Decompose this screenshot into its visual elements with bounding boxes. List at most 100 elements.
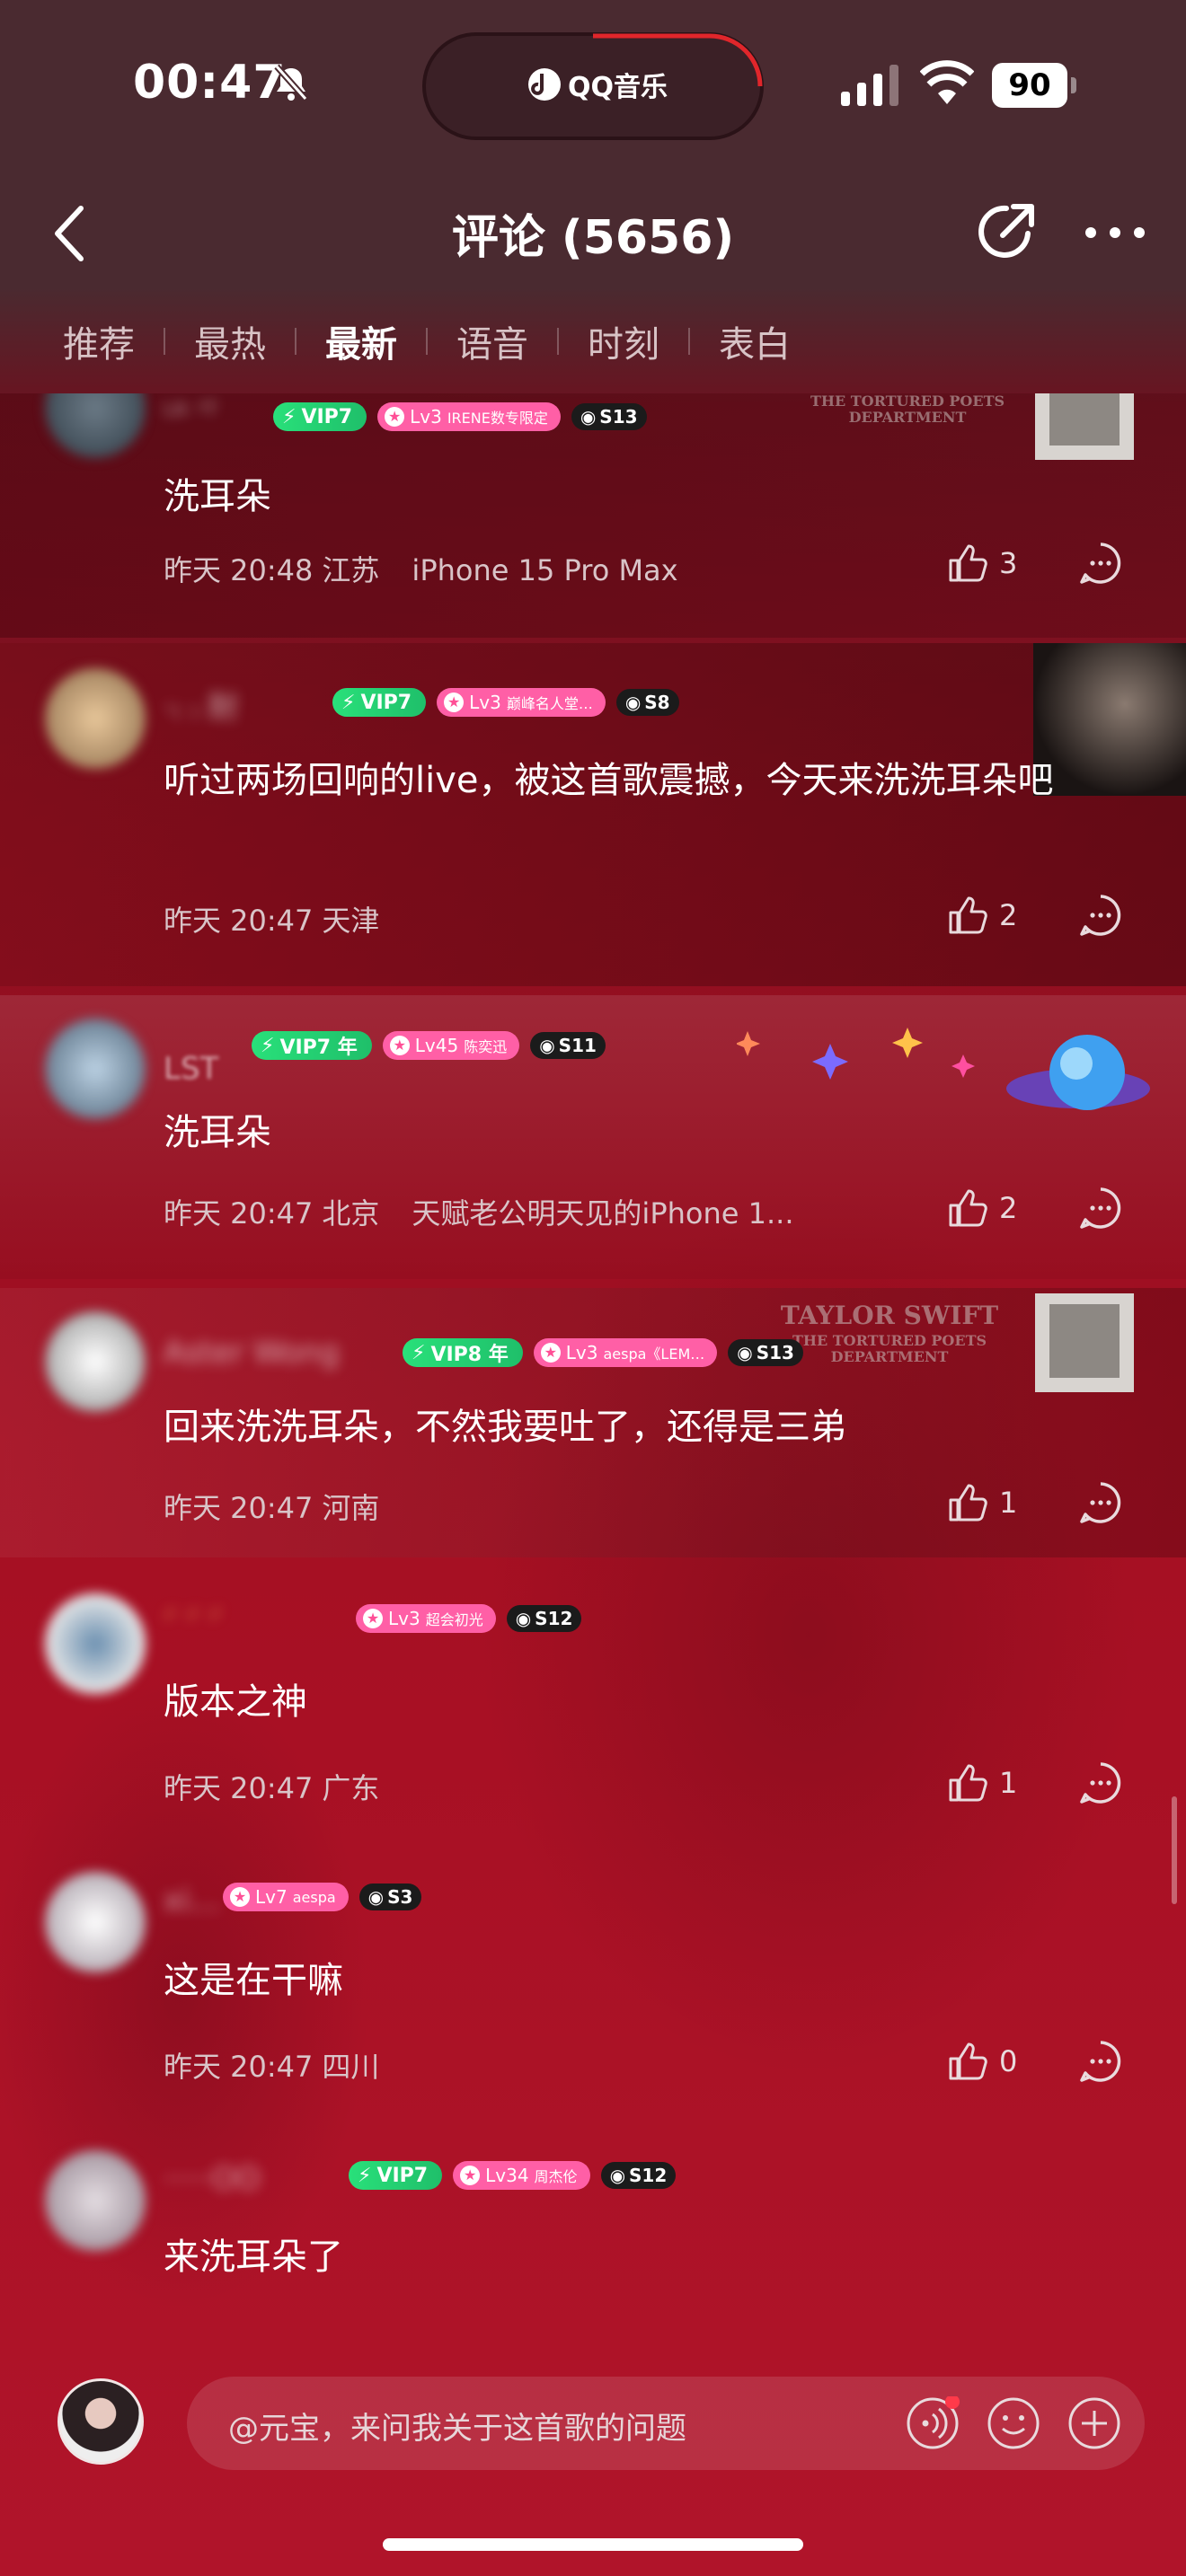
tab-recommend[interactable]: 推荐 bbox=[54, 315, 144, 367]
comment-device: 天赋老公明天见的iPhone 1... bbox=[412, 1196, 794, 1231]
reply-icon[interactable] bbox=[1078, 1480, 1123, 1525]
level-badge[interactable]: ★ Lv3 巅峰名人堂… bbox=[437, 688, 606, 717]
status-time: 00:47 bbox=[133, 56, 287, 110]
album-title-text: THE TORTURED POETS DEPARTMENT bbox=[792, 1332, 987, 1365]
vip-badge[interactable]: ⚡ VIP8 年 bbox=[403, 1338, 523, 1367]
like-button[interactable]: 3 bbox=[945, 541, 1017, 586]
level-badge[interactable]: ★ Lv3 aespa《LEM… bbox=[533, 1338, 718, 1367]
scrollbar[interactable] bbox=[1172, 1796, 1177, 1904]
comment-meta: 昨天 20:47 北京 天赋老公明天见的iPhone 1... bbox=[164, 1191, 827, 1232]
like-count: 3 bbox=[999, 546, 1018, 580]
tab-moments[interactable]: 时刻 bbox=[579, 315, 668, 367]
comment-meta: 昨天 20:47 河南 bbox=[164, 1486, 412, 1527]
wifi-icon bbox=[920, 60, 974, 104]
emoji-icon[interactable] bbox=[987, 2396, 1040, 2450]
share-icon[interactable] bbox=[972, 198, 1040, 266]
level-badge[interactable]: ★ Lv3 IRENE数专限定 bbox=[377, 402, 561, 431]
username[interactable]: ·····OO bbox=[164, 2161, 261, 2197]
season-badge: ◉ S8 bbox=[615, 689, 679, 716]
comment-text: 听过两场回响的live，被这首歌震撼，今天来洗洗耳朵吧 bbox=[164, 760, 1054, 801]
vip-badge[interactable]: ⚡ VIP7 bbox=[332, 688, 427, 717]
comment-meta: 昨天 20:47 四川 bbox=[164, 2044, 412, 2086]
battery-level: 90 bbox=[992, 63, 1067, 108]
comment-location: 广东 bbox=[322, 1771, 380, 1805]
comment-composer: @元宝，来问我关于这首歌的问题 bbox=[0, 2335, 1186, 2576]
tab-hottest[interactable]: 最热 bbox=[185, 315, 275, 367]
badge-row: ⚡ VIP7 ★ Lv34 周杰伦 ◉ S12 bbox=[349, 2161, 677, 2190]
comment-location: 河南 bbox=[322, 1491, 380, 1525]
like-button[interactable]: 2 bbox=[945, 893, 1017, 938]
avatar[interactable] bbox=[45, 668, 146, 769]
island-app-name: QQ音乐 bbox=[568, 72, 668, 103]
tab-divider bbox=[164, 328, 165, 355]
username[interactable]: xi… bbox=[164, 1883, 221, 1919]
comment-time: 昨天 20:47 bbox=[164, 1771, 314, 1805]
bell-slash-icon bbox=[274, 64, 308, 101]
like-count: 2 bbox=[999, 898, 1018, 932]
comment-location: 天津 bbox=[322, 904, 380, 938]
level-badge[interactable]: ★ Lv34 周杰伦 bbox=[453, 2161, 590, 2190]
comment-text: 这是在干嘛 bbox=[164, 1960, 343, 2001]
level-badge[interactable]: ★ Lv3 超会初光 bbox=[356, 1604, 496, 1633]
comment-time: 昨天 20:47 bbox=[164, 904, 314, 938]
reply-icon[interactable] bbox=[1078, 541, 1123, 586]
home-indicator[interactable] bbox=[383, 2538, 803, 2551]
avatar[interactable] bbox=[45, 1593, 146, 1694]
username[interactable]: Aster Wong bbox=[164, 1335, 340, 1371]
username[interactable]: ᴸᴬ 'ᵀ bbox=[164, 397, 217, 433]
reply-icon[interactable] bbox=[1078, 893, 1123, 938]
album-cover bbox=[1035, 1293, 1134, 1392]
season-badge: ◉ S12 bbox=[600, 2162, 677, 2189]
comment-item: LST ⚡ VIP7 年 ★ Lv45 陈奕迅 ◉ S11 洗耳朵 昨天 20:47 北京… bbox=[0, 995, 1186, 1279]
signal-icon bbox=[841, 65, 898, 106]
comment-meta: 昨天 20:48 江苏 iPhone 15 Pro Max bbox=[164, 548, 711, 589]
badge-row: ⚡ VIP7 ★ Lv3 IRENE数专限定 ◉ S13 bbox=[273, 402, 647, 431]
like-count: 1 bbox=[999, 1486, 1018, 1520]
avatar[interactable] bbox=[45, 1311, 146, 1412]
avatar[interactable] bbox=[58, 2378, 144, 2465]
avatar[interactable] bbox=[45, 1872, 146, 1972]
comment-list[interactable]: ᴸᴬ 'ᵀ THE TORTURED POETS DEPARTMENT ⚡ VIP… bbox=[0, 393, 1186, 2335]
avatar[interactable] bbox=[45, 1019, 146, 1119]
username[interactable]: ·₍ ₎ 耐 bbox=[164, 683, 238, 727]
reply-icon[interactable] bbox=[1078, 1186, 1123, 1231]
like-button[interactable]: 1 bbox=[945, 1760, 1017, 1805]
level-badge[interactable]: ★ Lv7 aespa bbox=[223, 1883, 349, 1911]
username[interactable]: ᐟ ᐟ ᐟ bbox=[164, 1602, 222, 1638]
more-icon[interactable] bbox=[1084, 219, 1146, 246]
comment-input[interactable]: @元宝，来问我关于这首歌的问题 bbox=[187, 2377, 1145, 2470]
comment-input-placeholder: @元宝，来问我关于这首歌的问题 bbox=[228, 2411, 686, 2447]
battery-indicator: 90 bbox=[992, 63, 1076, 108]
avatar[interactable] bbox=[45, 2150, 146, 2251]
comment-text: 版本之神 bbox=[164, 1681, 307, 1723]
comment-location: 北京 bbox=[322, 1196, 380, 1231]
vip-badge[interactable]: ⚡ VIP7 bbox=[349, 2161, 443, 2190]
like-button[interactable]: 2 bbox=[945, 1186, 1017, 1231]
voice-icon[interactable] bbox=[906, 2396, 960, 2450]
season-badge: ◉ S11 bbox=[530, 1032, 606, 1059]
username[interactable]: LST bbox=[164, 1051, 218, 1087]
avatar[interactable] bbox=[45, 393, 146, 458]
like-icon bbox=[949, 1484, 987, 1522]
tab-confession[interactable]: 表白 bbox=[710, 315, 800, 367]
comment-location: 江苏 bbox=[322, 553, 380, 587]
tab-divider bbox=[426, 328, 428, 355]
comment-text: 回来洗洗耳朵，不然我要吐了，还得是三弟 bbox=[164, 1407, 846, 1448]
comment-device: iPhone 15 Pro Max bbox=[412, 553, 678, 587]
comment-time: 昨天 20:47 bbox=[164, 1196, 314, 1231]
tab-voice[interactable]: 语音 bbox=[447, 315, 537, 367]
like-button[interactable]: 1 bbox=[945, 1480, 1017, 1525]
like-icon bbox=[949, 1189, 987, 1227]
reply-icon[interactable] bbox=[1078, 2039, 1123, 2084]
tab-divider bbox=[557, 328, 559, 355]
tab-newest[interactable]: 最新 bbox=[316, 315, 406, 367]
vip-badge[interactable]: ⚡ VIP7 bbox=[273, 402, 367, 431]
reply-icon[interactable] bbox=[1078, 1760, 1123, 1805]
vip-badge[interactable]: ⚡ VIP7 年 bbox=[252, 1031, 372, 1060]
comment-time: 昨天 20:48 bbox=[164, 553, 314, 587]
comment-time: 昨天 20:47 bbox=[164, 2050, 314, 2084]
comment-item: ᐟ ᐟ ᐟ ★ Lv3 超会初光 ◉ S12 版本之神 昨天 20:47 广东 1 bbox=[0, 1566, 1186, 1836]
plus-icon[interactable] bbox=[1067, 2396, 1121, 2450]
like-button[interactable]: 0 bbox=[945, 2039, 1017, 2084]
level-badge[interactable]: ★ Lv45 陈奕迅 bbox=[382, 1031, 520, 1060]
